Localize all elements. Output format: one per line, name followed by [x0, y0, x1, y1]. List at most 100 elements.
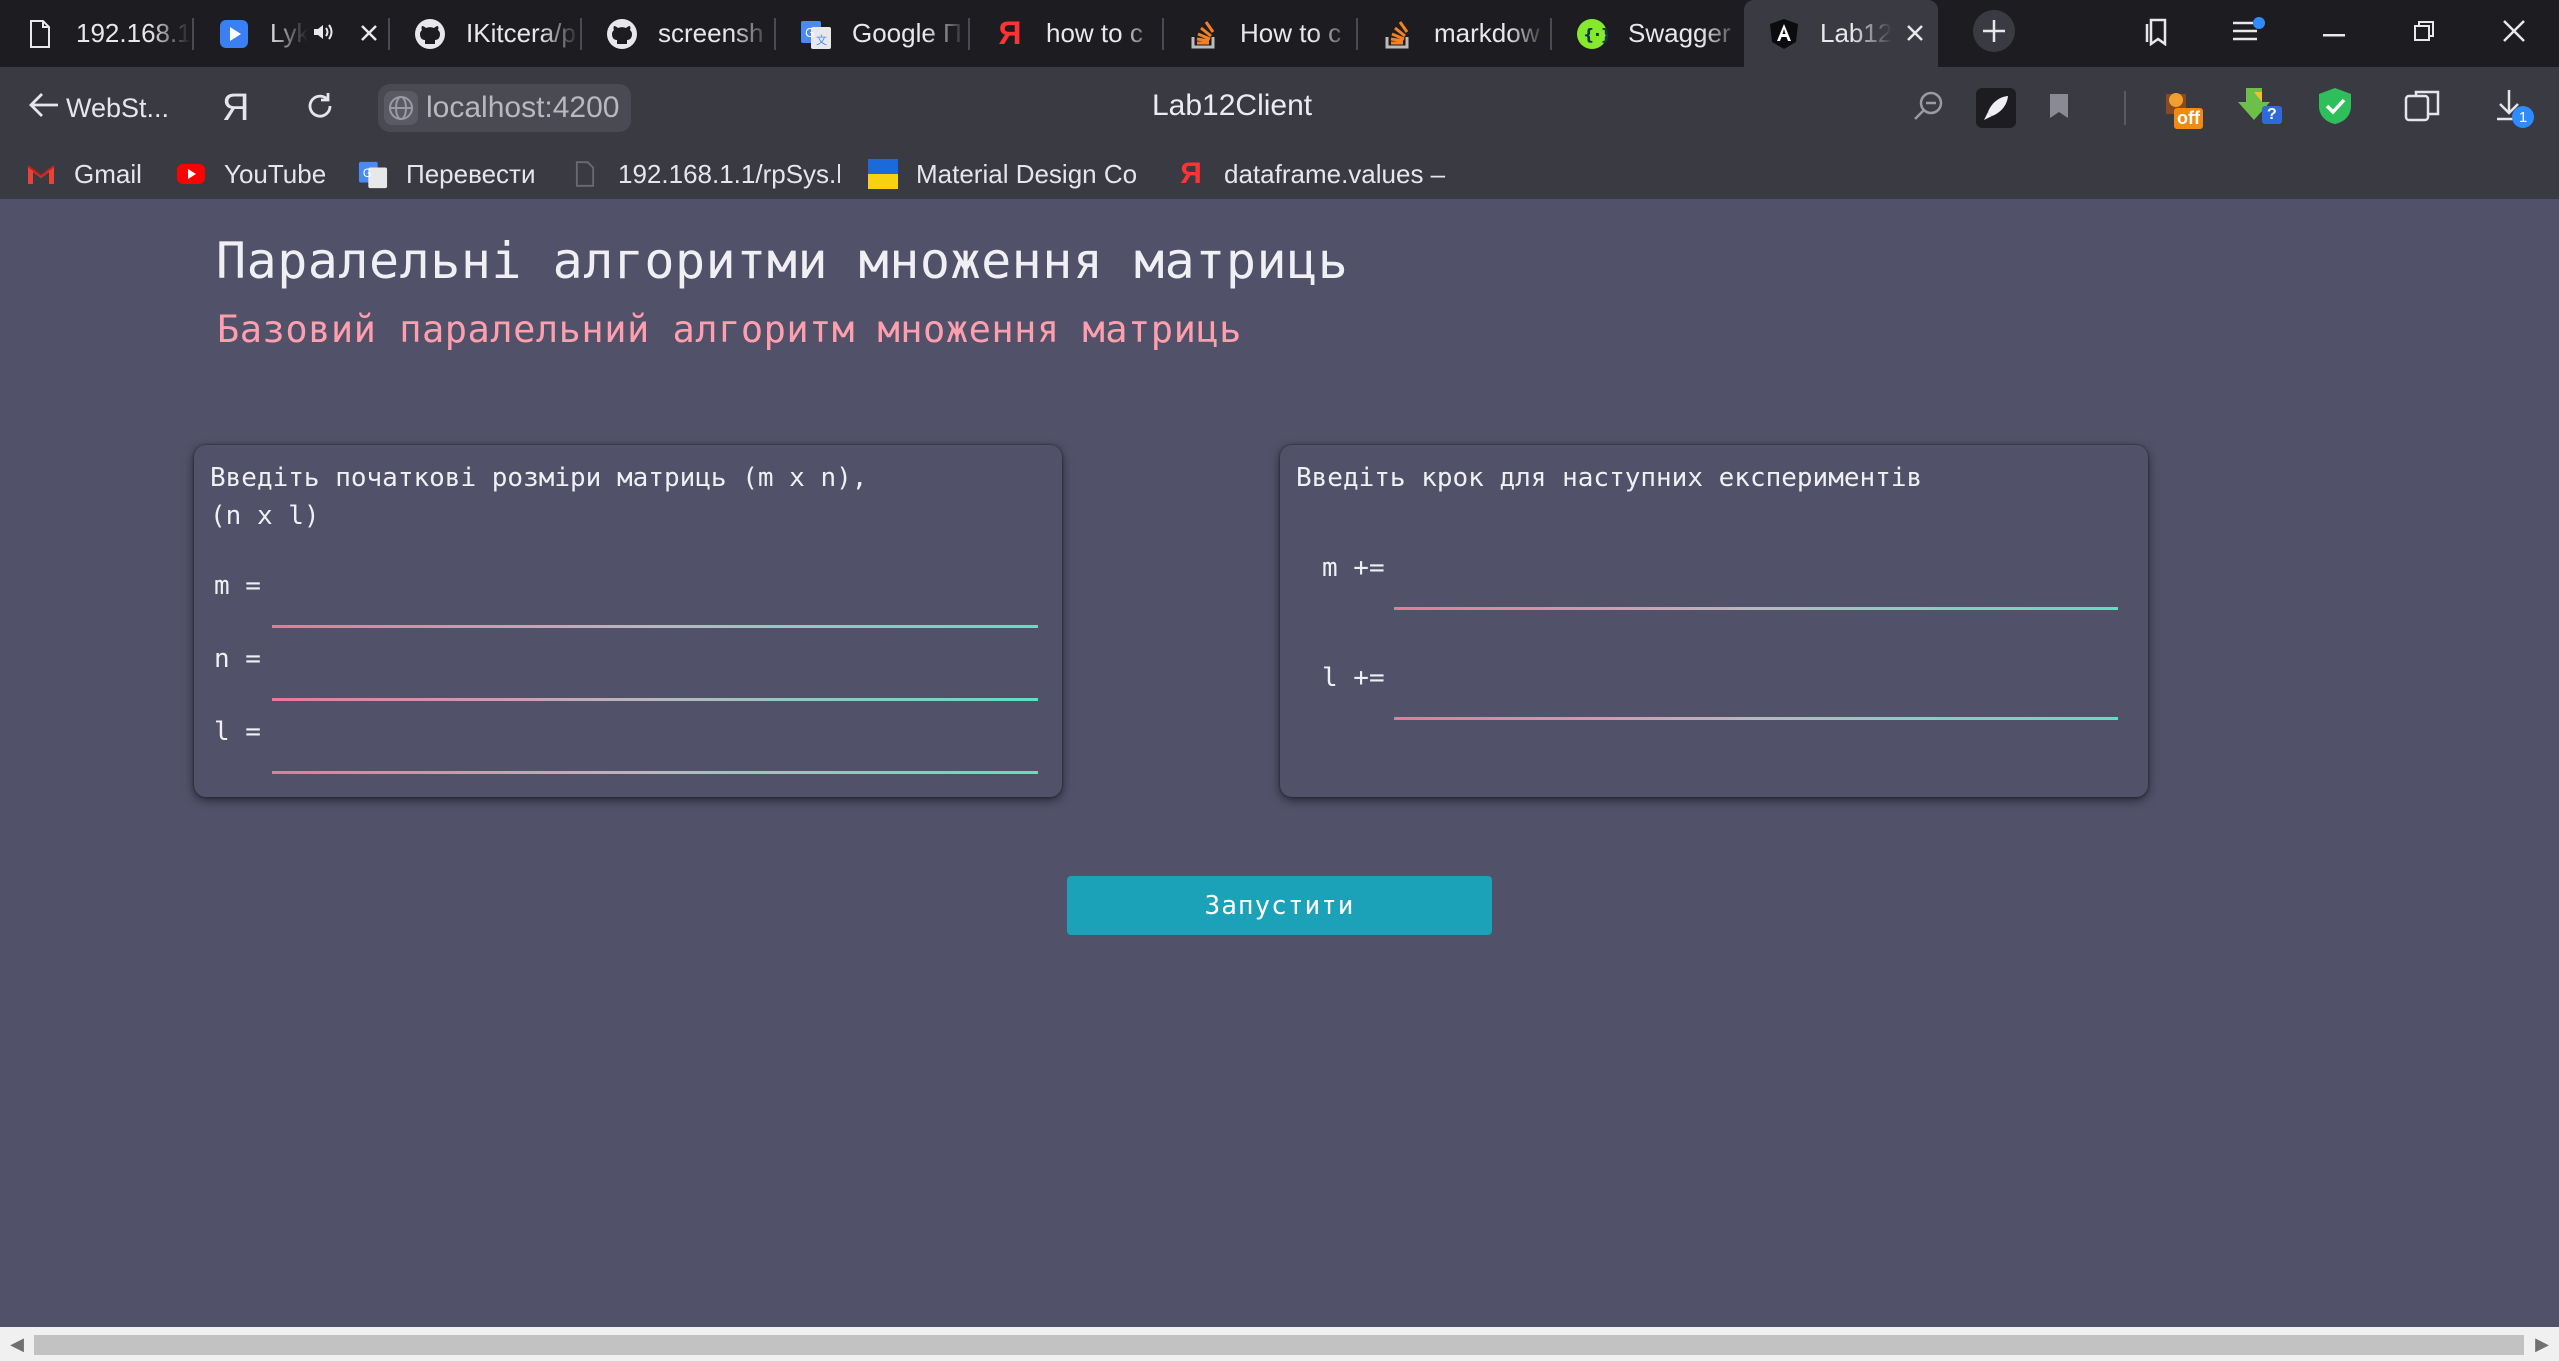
adblock-extension-button[interactable]: off [2160, 85, 2204, 131]
zoom-out-icon [1912, 89, 1946, 128]
close-window-button[interactable] [2480, 0, 2548, 67]
page-title-display: Lab12Client [1152, 89, 1313, 122]
l-step-input[interactable] [1394, 677, 2118, 720]
stackoverflow-icon [1188, 18, 1220, 50]
svg-text:G: G [805, 26, 814, 40]
back-arrow-icon [28, 91, 60, 126]
tab-label: screensh [658, 18, 772, 49]
speaker-icon[interactable] [312, 18, 334, 49]
gmail-icon [26, 159, 56, 189]
downloads-button[interactable]: 1 [2494, 87, 2538, 129]
back-button[interactable]: WebSt... [28, 87, 169, 129]
page-heading: Паралельні алгоритми множення матриць [216, 232, 1349, 290]
run-button[interactable]: Запустити [1067, 876, 1492, 935]
tab-github-2[interactable]: screensh [582, 0, 772, 67]
svg-text:文: 文 [816, 33, 827, 47]
swagger-icon: {·} [1576, 18, 1608, 50]
tab-swagger[interactable]: {·} Swagger [1552, 0, 1742, 67]
tab-label: Lab12 [1820, 18, 1892, 49]
google-translate-icon: G [358, 159, 388, 189]
reload-icon [304, 90, 336, 127]
tab-google-translate[interactable]: G文 Google П [776, 0, 966, 67]
protect-extension-button[interactable] [2316, 85, 2354, 131]
yandex-button[interactable]: Я [222, 83, 249, 133]
google-translate-icon: G文 [800, 18, 832, 50]
close-tab-icon[interactable] [360, 18, 378, 49]
bookmark-youtube[interactable]: YouTube [176, 149, 326, 199]
tab-lyk[interactable]: Lyk [194, 0, 384, 67]
tab-label: Swagger [1628, 18, 1742, 49]
svg-text:{·}: {·} [1583, 25, 1608, 44]
ukraine-flag-icon [868, 159, 898, 189]
m-input[interactable] [272, 585, 1038, 628]
bookmark-label: 192.168.1.1/rpSys.h [618, 158, 840, 189]
youtube-icon [176, 159, 206, 189]
download-extension-button[interactable]: ? [2236, 85, 2284, 131]
turbo-button[interactable] [1976, 87, 2016, 129]
m-step-input[interactable] [1394, 567, 2118, 610]
tab-stackoverflow-2[interactable]: markdow [1358, 0, 1548, 67]
yandex-icon: Я [998, 15, 1022, 51]
new-tab-button[interactable] [1960, 0, 2028, 67]
close-tab-icon[interactable] [1906, 18, 1924, 49]
bookmark-label: dataframe.values – [1224, 158, 1446, 189]
minimize-button[interactable] [2300, 0, 2368, 67]
tab-label: How to c [1240, 18, 1354, 49]
tab-menu-button[interactable] [2214, 0, 2282, 67]
bookmark-dataframe[interactable]: Я dataframe.values – [1176, 149, 1446, 199]
bookmark-label: Перевести [406, 158, 536, 189]
bookmark-icon [2048, 92, 2070, 125]
tab-label: Lyk [270, 18, 308, 49]
scroll-right-icon[interactable]: ▶ [2527, 1330, 2557, 1358]
tab-yandex[interactable]: Я how to c [970, 0, 1160, 67]
n-input[interactable] [272, 658, 1038, 701]
toolbar-divider [2124, 91, 2126, 125]
m-step-label: m += [1322, 553, 1385, 583]
l-input[interactable] [272, 731, 1038, 774]
tab-label: Google П [852, 18, 966, 49]
bookmark-gmail[interactable]: Gmail [26, 149, 142, 199]
bookmark-material[interactable]: Material Design Co [868, 149, 1144, 199]
download-helper-icon: ? [2236, 86, 2284, 130]
minimize-icon [2323, 25, 2345, 43]
yandex-icon: Я [1180, 157, 1202, 190]
page-icon [24, 18, 56, 50]
collections-button[interactable] [2124, 0, 2192, 67]
scroll-left-icon[interactable]: ◀ [2, 1330, 32, 1358]
card-title-line: Введіть початкові розміри матриць (m x n… [210, 463, 868, 493]
step-card: Введіть крок для наступних експериментів… [1280, 445, 2148, 797]
bookmark-router[interactable]: 192.168.1.1/rpSys.h [570, 149, 840, 199]
bookmarks-bar: Gmail YouTube G Перевести 192.168.1.1/rp… [0, 149, 2559, 199]
address-toolbar: WebSt... Я localhost:4200 Lab12Client of… [0, 67, 2559, 149]
tab-stackoverflow-1[interactable]: How to c [1164, 0, 1354, 67]
reload-button[interactable] [304, 87, 336, 129]
close-icon [2503, 20, 2525, 47]
adblock-icon: off [2160, 88, 2204, 129]
l-step-label: l += [1322, 663, 1385, 693]
bookmark-button[interactable] [2048, 87, 2070, 129]
plus-icon [1972, 9, 2016, 58]
scrollbar-thumb[interactable] [34, 1335, 2524, 1355]
page-subheading: Базовий паралельний алгоритм множення ма… [217, 308, 1242, 351]
bookmark-label: YouTube [224, 158, 327, 189]
reading-mode-button[interactable] [2404, 87, 2442, 129]
zoom-button[interactable] [1912, 87, 1946, 129]
yandex-letter: Я [222, 86, 250, 129]
ext-badge: ? [2262, 106, 2282, 124]
tab-label: IKitcera/p [466, 18, 580, 49]
tab-github-1[interactable]: IKitcera/p [390, 0, 580, 67]
adblock-badge: off [2174, 108, 2203, 129]
url-field[interactable]: localhost:4200 [378, 84, 632, 132]
matrix-size-card: Введіть початкові розміри матриць (m x n… [194, 445, 1062, 797]
tab-lab12-active[interactable]: Lab12 [1744, 0, 1938, 67]
tab-label: markdow [1434, 18, 1548, 49]
bookmark-translate[interactable]: G Перевести [358, 149, 535, 199]
l-label: l = [214, 717, 261, 747]
card-title-line: (n x l) [210, 501, 320, 531]
tab-192[interactable]: 192.168.1 [0, 0, 190, 67]
n-label: n = [214, 644, 261, 674]
restore-button[interactable] [2390, 0, 2458, 67]
tab-label: 192.168.1 [76, 18, 190, 49]
collections-icon [2144, 16, 2172, 51]
tab-strip: 192.168.1 Lyk IKitcera/p screensh G文 Goo… [0, 0, 2559, 67]
